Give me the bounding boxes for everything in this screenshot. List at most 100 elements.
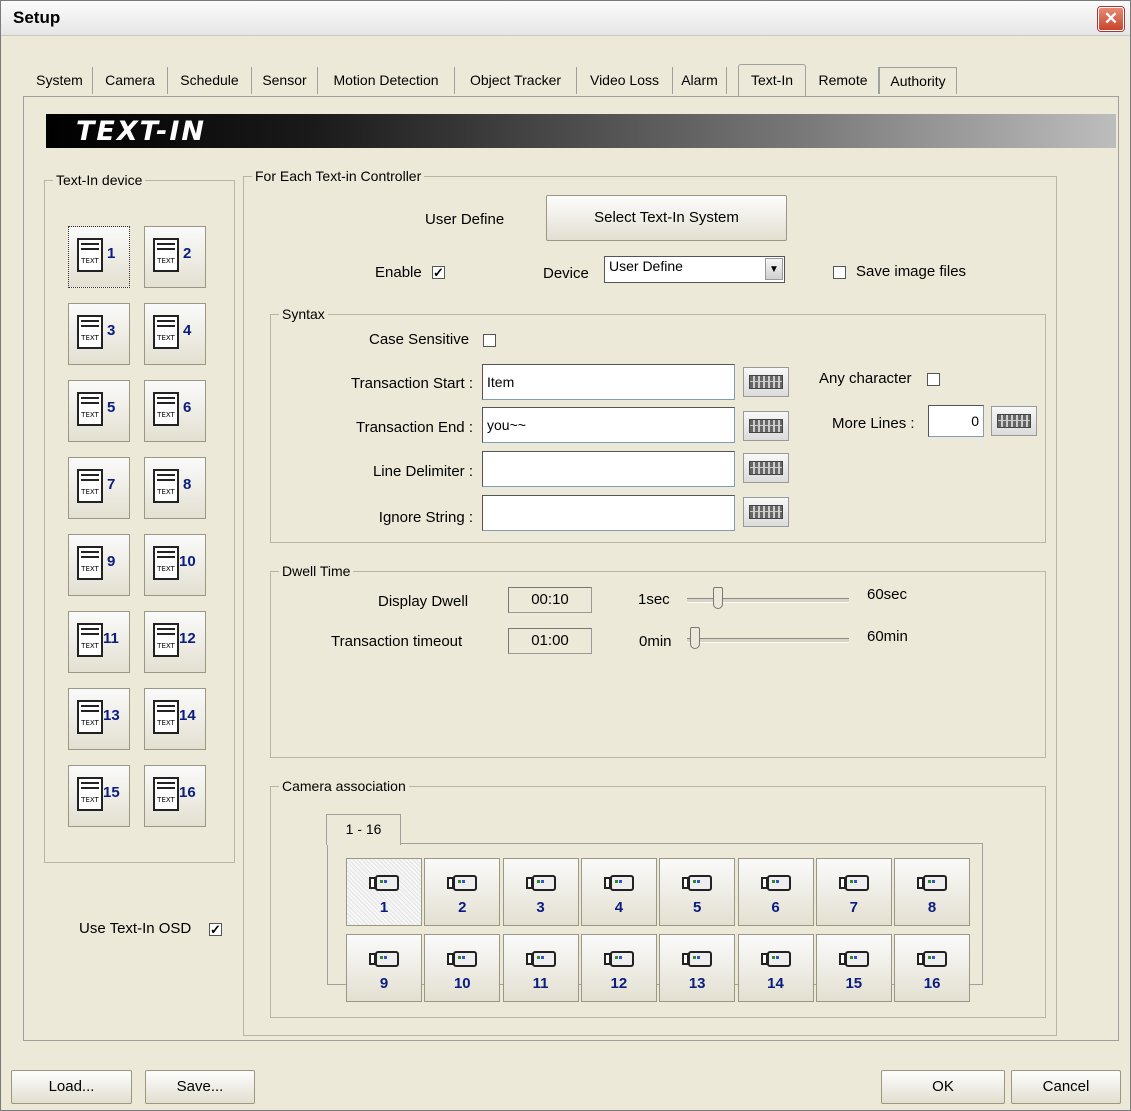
text-in-device-button[interactable]: 6 bbox=[144, 380, 206, 442]
text-device-icon bbox=[77, 315, 103, 349]
display-dwell-slider-thumb[interactable] bbox=[713, 587, 723, 609]
text-in-device-button[interactable]: 9 bbox=[68, 534, 130, 596]
camera-button[interactable]: 3 bbox=[502, 858, 579, 926]
enable-checkbox[interactable]: ✓ bbox=[432, 266, 445, 279]
tab-alarm[interactable]: Alarm bbox=[673, 67, 727, 94]
ignore-string-input[interactable] bbox=[482, 495, 735, 531]
more-lines-input[interactable] bbox=[928, 405, 984, 437]
text-in-device-button[interactable]: 4 bbox=[144, 303, 206, 365]
transaction-start-keyboard-icon[interactable] bbox=[743, 367, 789, 397]
camera-button[interactable]: 11 bbox=[502, 934, 579, 1002]
tab-text-in[interactable]: Text-In bbox=[738, 64, 806, 96]
close-icon[interactable]: ✕ bbox=[1098, 7, 1124, 31]
tab-video-loss[interactable]: Video Loss bbox=[577, 67, 673, 94]
transaction-timeout-slider[interactable] bbox=[687, 638, 849, 643]
text-device-icon bbox=[153, 700, 179, 734]
text-in-device-button[interactable]: 1 bbox=[68, 226, 130, 288]
camera-icon bbox=[682, 873, 714, 893]
camera-button[interactable]: 8 bbox=[894, 858, 971, 926]
tab-camera[interactable]: Camera bbox=[93, 67, 168, 94]
text-in-device-button[interactable]: 15 bbox=[68, 765, 130, 827]
tab-motion-detection[interactable]: Motion Detection bbox=[318, 67, 455, 94]
chevron-down-icon[interactable]: ▼ bbox=[765, 258, 783, 280]
camera-button[interactable]: 7 bbox=[815, 858, 892, 926]
camera-button[interactable]: 14 bbox=[737, 934, 814, 1002]
transaction-end-keyboard-icon[interactable] bbox=[743, 411, 789, 441]
camera-button[interactable]: 9 bbox=[346, 934, 422, 1002]
display-dwell-max: 60sec bbox=[867, 586, 908, 603]
text-in-device-button[interactable]: 2 bbox=[144, 226, 206, 288]
camera-button[interactable]: 5 bbox=[659, 858, 736, 926]
more-lines-keyboard-icon[interactable] bbox=[991, 406, 1037, 436]
any-character-checkbox[interactable] bbox=[927, 373, 940, 386]
ignore-string-keyboard-icon[interactable] bbox=[743, 497, 789, 527]
text-device-icon bbox=[77, 623, 103, 657]
load-button[interactable]: Load... bbox=[11, 1070, 132, 1104]
transaction-timeout-slider-thumb[interactable] bbox=[690, 627, 700, 649]
text-in-device-button[interactable]: 13 bbox=[68, 688, 130, 750]
device-number: 9 bbox=[107, 553, 116, 570]
camera-icon bbox=[603, 873, 636, 893]
camera-number: 10 bbox=[453, 975, 471, 992]
tab-cameras-1-16[interactable]: 1 - 16 bbox=[326, 814, 401, 845]
tab-remote[interactable]: Remote bbox=[808, 67, 879, 94]
display-dwell-min: 1sec bbox=[638, 591, 670, 608]
tab-object-tracker[interactable]: Object Tracker bbox=[455, 67, 577, 94]
ignore-string-label: Ignore String : bbox=[378, 509, 473, 526]
camera-button[interactable]: 13 bbox=[659, 934, 736, 1002]
camera-button[interactable]: 16 bbox=[894, 934, 971, 1002]
text-in-device-button[interactable]: 10 bbox=[144, 534, 206, 596]
camera-icon bbox=[760, 873, 793, 893]
line-delimiter-input[interactable] bbox=[482, 451, 735, 487]
camera-button[interactable]: 4 bbox=[580, 858, 657, 926]
device-number: 13 bbox=[103, 707, 120, 724]
camera-icon bbox=[525, 873, 558, 893]
cancel-button[interactable]: Cancel bbox=[1011, 1070, 1121, 1104]
device-number: 10 bbox=[179, 553, 196, 570]
save-images-checkbox[interactable] bbox=[833, 266, 846, 279]
tab-sensor[interactable]: Sensor bbox=[252, 67, 318, 94]
select-text-in-system-button[interactable]: Select Text-In System bbox=[546, 195, 787, 241]
text-in-device-title: Text-In device bbox=[53, 171, 146, 189]
camera-button[interactable]: 12 bbox=[580, 934, 657, 1002]
device-number: 4 bbox=[183, 322, 192, 339]
transaction-start-input[interactable] bbox=[482, 364, 735, 400]
text-device-icon bbox=[153, 315, 179, 349]
text-in-device-button[interactable]: 12 bbox=[144, 611, 206, 673]
display-dwell-slider[interactable] bbox=[687, 598, 849, 603]
camera-icon bbox=[447, 949, 479, 969]
device-number: 14 bbox=[179, 707, 196, 724]
user-define-label: User Define bbox=[425, 211, 505, 228]
text-in-device-button[interactable]: 3 bbox=[68, 303, 130, 365]
camera-button[interactable]: 6 bbox=[737, 858, 814, 926]
text-in-device-button[interactable]: 16 bbox=[144, 765, 206, 827]
camera-number: 5 bbox=[693, 899, 702, 916]
tab-authority[interactable]: Authority bbox=[879, 67, 957, 94]
device-number: 2 bbox=[183, 245, 192, 262]
setup-window: Setup ✕ System Camera Schedule Sensor Mo… bbox=[0, 0, 1131, 1111]
device-select-value: User Define bbox=[609, 258, 683, 274]
camera-button[interactable]: 15 bbox=[815, 934, 892, 1002]
camera-button[interactable]: 1 bbox=[346, 858, 422, 926]
more-lines-label: More Lines : bbox=[832, 415, 915, 432]
text-in-device-button[interactable]: 14 bbox=[144, 688, 206, 750]
camera-number: 4 bbox=[614, 899, 624, 916]
device-select[interactable]: User Define ▼ bbox=[604, 256, 785, 283]
section-banner: TEXT-IN bbox=[46, 114, 1116, 148]
camera-button[interactable]: 2 bbox=[424, 858, 501, 926]
camera-icon bbox=[760, 949, 793, 969]
save-button[interactable]: Save... bbox=[145, 1070, 255, 1104]
ok-button[interactable]: OK bbox=[881, 1070, 1005, 1104]
text-in-device-button[interactable]: 5 bbox=[68, 380, 130, 442]
text-in-device-button[interactable]: 7 bbox=[68, 457, 130, 519]
tab-system[interactable]: System bbox=[27, 67, 93, 94]
tab-schedule[interactable]: Schedule bbox=[168, 67, 252, 94]
camera-button[interactable]: 10 bbox=[424, 934, 501, 1002]
transaction-end-input[interactable] bbox=[482, 407, 735, 443]
camera-number: 6 bbox=[771, 899, 780, 916]
case-sensitive-checkbox[interactable] bbox=[483, 334, 496, 347]
text-in-device-button[interactable]: 8 bbox=[144, 457, 206, 519]
use-osd-checkbox[interactable]: ✓ bbox=[209, 923, 222, 936]
line-delimiter-keyboard-icon[interactable] bbox=[743, 453, 789, 483]
text-in-device-button[interactable]: 11 bbox=[68, 611, 130, 673]
